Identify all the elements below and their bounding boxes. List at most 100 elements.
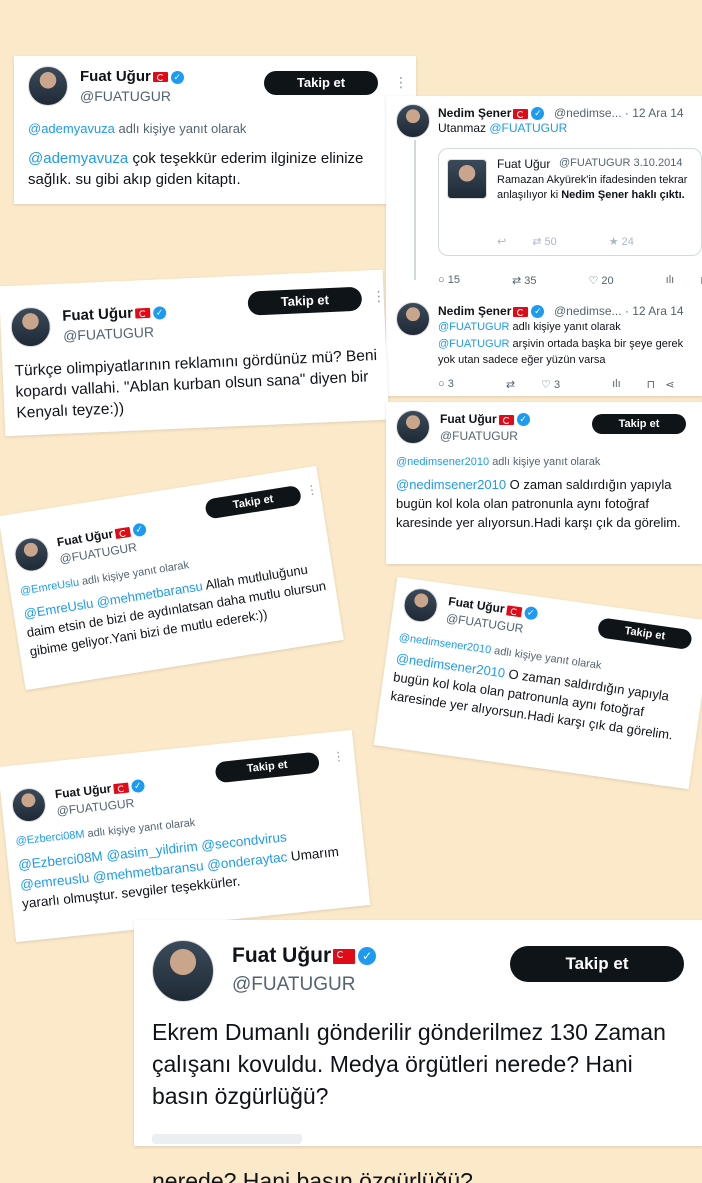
author-handle[interactable]: @FUATUGUR (440, 429, 518, 443)
reply-count[interactable]: ○ 3 (438, 378, 480, 391)
verified-badge-icon: ✓ (130, 779, 145, 794)
thread-line (414, 140, 416, 280)
reply-mention-link[interactable]: @nedimsener2010 (396, 456, 489, 468)
follow-button[interactable]: Takip et (214, 751, 321, 784)
tweet-card-nedimsener-1: Fuat Uğur ✓ @FUATUGUR Takip et @nedimsene… (386, 402, 702, 564)
turkey-flag-icon (152, 72, 168, 83)
author-handle[interactable]: @FUATUGUR (80, 88, 171, 104)
tweet-actions: ○ 3 ⇄ ♡ 3 ılı ⊓ ⋖ (438, 378, 700, 391)
reply-mention-link[interactable]: @Ezberci08M (15, 828, 85, 847)
verified-badge-icon: ✓ (170, 70, 184, 84)
reply-mention-link[interactable]: @EmreUslu (19, 577, 80, 598)
author-name[interactable]: Nedim Şener ✓ (438, 106, 545, 121)
analytics-icon[interactable]: ılı (612, 378, 621, 391)
verified-badge-icon: ✓ (131, 522, 147, 538)
reply-count[interactable]: ○ 15 (438, 274, 486, 287)
like-count[interactable]: ♡ 3 (541, 378, 586, 391)
avatar[interactable] (28, 66, 68, 106)
verified-badge-icon: ✓ (523, 606, 539, 621)
replying-to-line: @nedimsener2010 adlı kişiye yanıt olarak (396, 456, 601, 468)
follow-button[interactable]: Takip et (596, 617, 693, 651)
tweet-card-emreuslu: Fuat Uğur ✓ @FUATUGUR Takip et ⋮ @EmreUsl… (0, 465, 344, 691)
avatar[interactable] (152, 940, 214, 1002)
tweet-text: @ademyavuza çok teşekkür ederim ilginize… (28, 150, 364, 188)
tweet-card-olimpiyat: Fuat Uğur ✓ @FUATUGUR Takip et ⋮ Türkçe o… (0, 269, 390, 437)
tweet-card-nedimsener-2: Fuat Uğur ✓ @FUATUGUR Takip et @nedimsene… (373, 576, 702, 790)
author-name[interactable]: Nedim Şener ✓ (438, 304, 545, 319)
author-name[interactable]: Fuat Uğur ✓ (232, 944, 377, 968)
more-options-icon[interactable]: ⋮ (305, 482, 319, 498)
avatar[interactable] (396, 104, 430, 138)
follow-button[interactable]: Takip et (510, 946, 684, 982)
author-handle[interactable]: @FUATUGUR (232, 974, 355, 996)
more-options-icon[interactable]: ⋮ (371, 288, 386, 306)
quoted-author-name: Fuat Uğur (497, 157, 551, 171)
author-handle[interactable]: @FUATUGUR (63, 324, 155, 344)
tweet-text: Utanmaz @FUATUGUR (438, 121, 568, 135)
bookmark-icon[interactable]: ⊓ (647, 378, 656, 391)
follow-button[interactable]: Takip et (204, 484, 303, 520)
tweet-actions: ○ 15 ⇄ 35 ♡ 20 ılı ⊓ ⋖ (438, 274, 702, 287)
verified-badge-icon: ✓ (358, 947, 377, 966)
nedim-sener-thread: Nedim Şener ✓ @nedimse... · 12 Ara 14 Uta… (386, 96, 702, 396)
cropped-text-strip: nerede? Hani basın özgürlüğü? (152, 1168, 473, 1183)
mention-link[interactable]: @FUATUGUR (489, 121, 567, 135)
collage-background: { "common": { "name": "Fuat Uğur", "hand… (0, 0, 702, 1183)
turkey-flag-icon (333, 948, 356, 964)
avatar[interactable] (10, 786, 48, 824)
share-icon[interactable]: ⋖ (665, 378, 674, 391)
like-count[interactable]: ♡ 20 (588, 274, 639, 287)
avatar[interactable] (401, 586, 440, 625)
verified-badge-icon: ✓ (152, 305, 167, 320)
quoted-text: Ramazan Akyürek'in ifadesinden tekrar an… (497, 174, 688, 201)
follow-button[interactable]: Takip et (247, 286, 363, 316)
retweet-icon[interactable]: ⇄ (506, 378, 515, 391)
quoted-tweet[interactable]: Fuat Uğur @FUATUGUR 3.10.2014 Ramazan Ak… (438, 148, 702, 256)
turkey-flag-icon (505, 605, 523, 618)
avatar[interactable] (12, 535, 52, 574)
turkey-flag-icon (134, 307, 151, 319)
tweet-text: Türkçe olimpiyatlarının reklamını gördün… (14, 347, 378, 422)
turkey-flag-icon (114, 526, 131, 539)
retweet-count[interactable]: ⇄ 50 (532, 235, 583, 248)
retweet-count[interactable]: ⇄ 35 (512, 274, 563, 287)
avatar[interactable] (396, 302, 430, 336)
turkey-flag-icon (498, 414, 514, 425)
handle-time: @nedimse... · 12 Ara 14 (554, 304, 684, 318)
author-name[interactable]: Fuat Uğur ✓ (62, 303, 167, 325)
verified-badge-icon: ✓ (531, 305, 545, 319)
author-name[interactable]: Fuat Uğur ✓ (440, 412, 530, 427)
tweet-text: @EmreUslu @mehmetbaransu Allah mutluluğu… (22, 561, 328, 659)
verified-badge-icon: ✓ (531, 107, 545, 121)
handle-time: @nedimse... · 12 Ara 14 (554, 106, 684, 120)
follow-button[interactable]: Takip et (264, 71, 378, 95)
reply-mention-link[interactable]: @ademyavuza (28, 121, 115, 136)
turkey-flag-icon (112, 782, 129, 794)
follow-button[interactable]: Takip et (592, 414, 686, 434)
like-count[interactable]: ★ 24 (609, 235, 660, 248)
avatar (447, 159, 487, 199)
mention-link[interactable]: @nedimsener2010 (396, 477, 506, 492)
more-options-icon[interactable]: ⋮ (394, 74, 408, 91)
quoted-actions: ↩ ⇄ 50 ★ 24 (497, 235, 686, 248)
verified-badge-icon: ✓ (516, 413, 530, 427)
mention-link[interactable]: @FUATUGUR (438, 321, 509, 333)
more-options-icon[interactable]: ⋮ (332, 749, 345, 764)
tweet-text: @nedimsener2010 O zaman saldırdığın yapı… (389, 650, 674, 743)
timestamp-cropped (152, 1134, 302, 1144)
mention-link[interactable]: @FUATUGUR (438, 338, 509, 350)
tweet-text: @nedimsener2010 O zaman saldırdığın yapı… (396, 477, 681, 530)
author-name[interactable]: Fuat Uğur ✓ (80, 68, 184, 85)
mention-link[interactable]: @ademyavuza (28, 150, 128, 167)
analytics-icon[interactable]: ılı (666, 274, 675, 287)
tweet-card-ekrem-dumanli: Fuat Uğur ✓ @FUATUGUR Takip et Ekrem Duma… (134, 920, 702, 1146)
quoted-handle-date: @FUATUGUR 3.10.2014 (559, 157, 683, 169)
turkey-flag-icon (513, 108, 529, 119)
turkey-flag-icon (513, 306, 529, 317)
avatar[interactable] (9, 306, 52, 348)
reply-text: @FUATUGUR adlı kişiye yanıt olarak @FUAT… (438, 321, 684, 366)
avatar[interactable] (396, 410, 430, 444)
reply-icon[interactable]: ↩ (497, 235, 506, 248)
tweet-card-ademyavuza: Fuat Uğur ✓ @FUATUGUR Takip et ⋮ @ademyav… (14, 56, 416, 204)
tweet-text: Ekrem Dumanlı gönderilir gönderilmez 130… (152, 1019, 666, 1110)
